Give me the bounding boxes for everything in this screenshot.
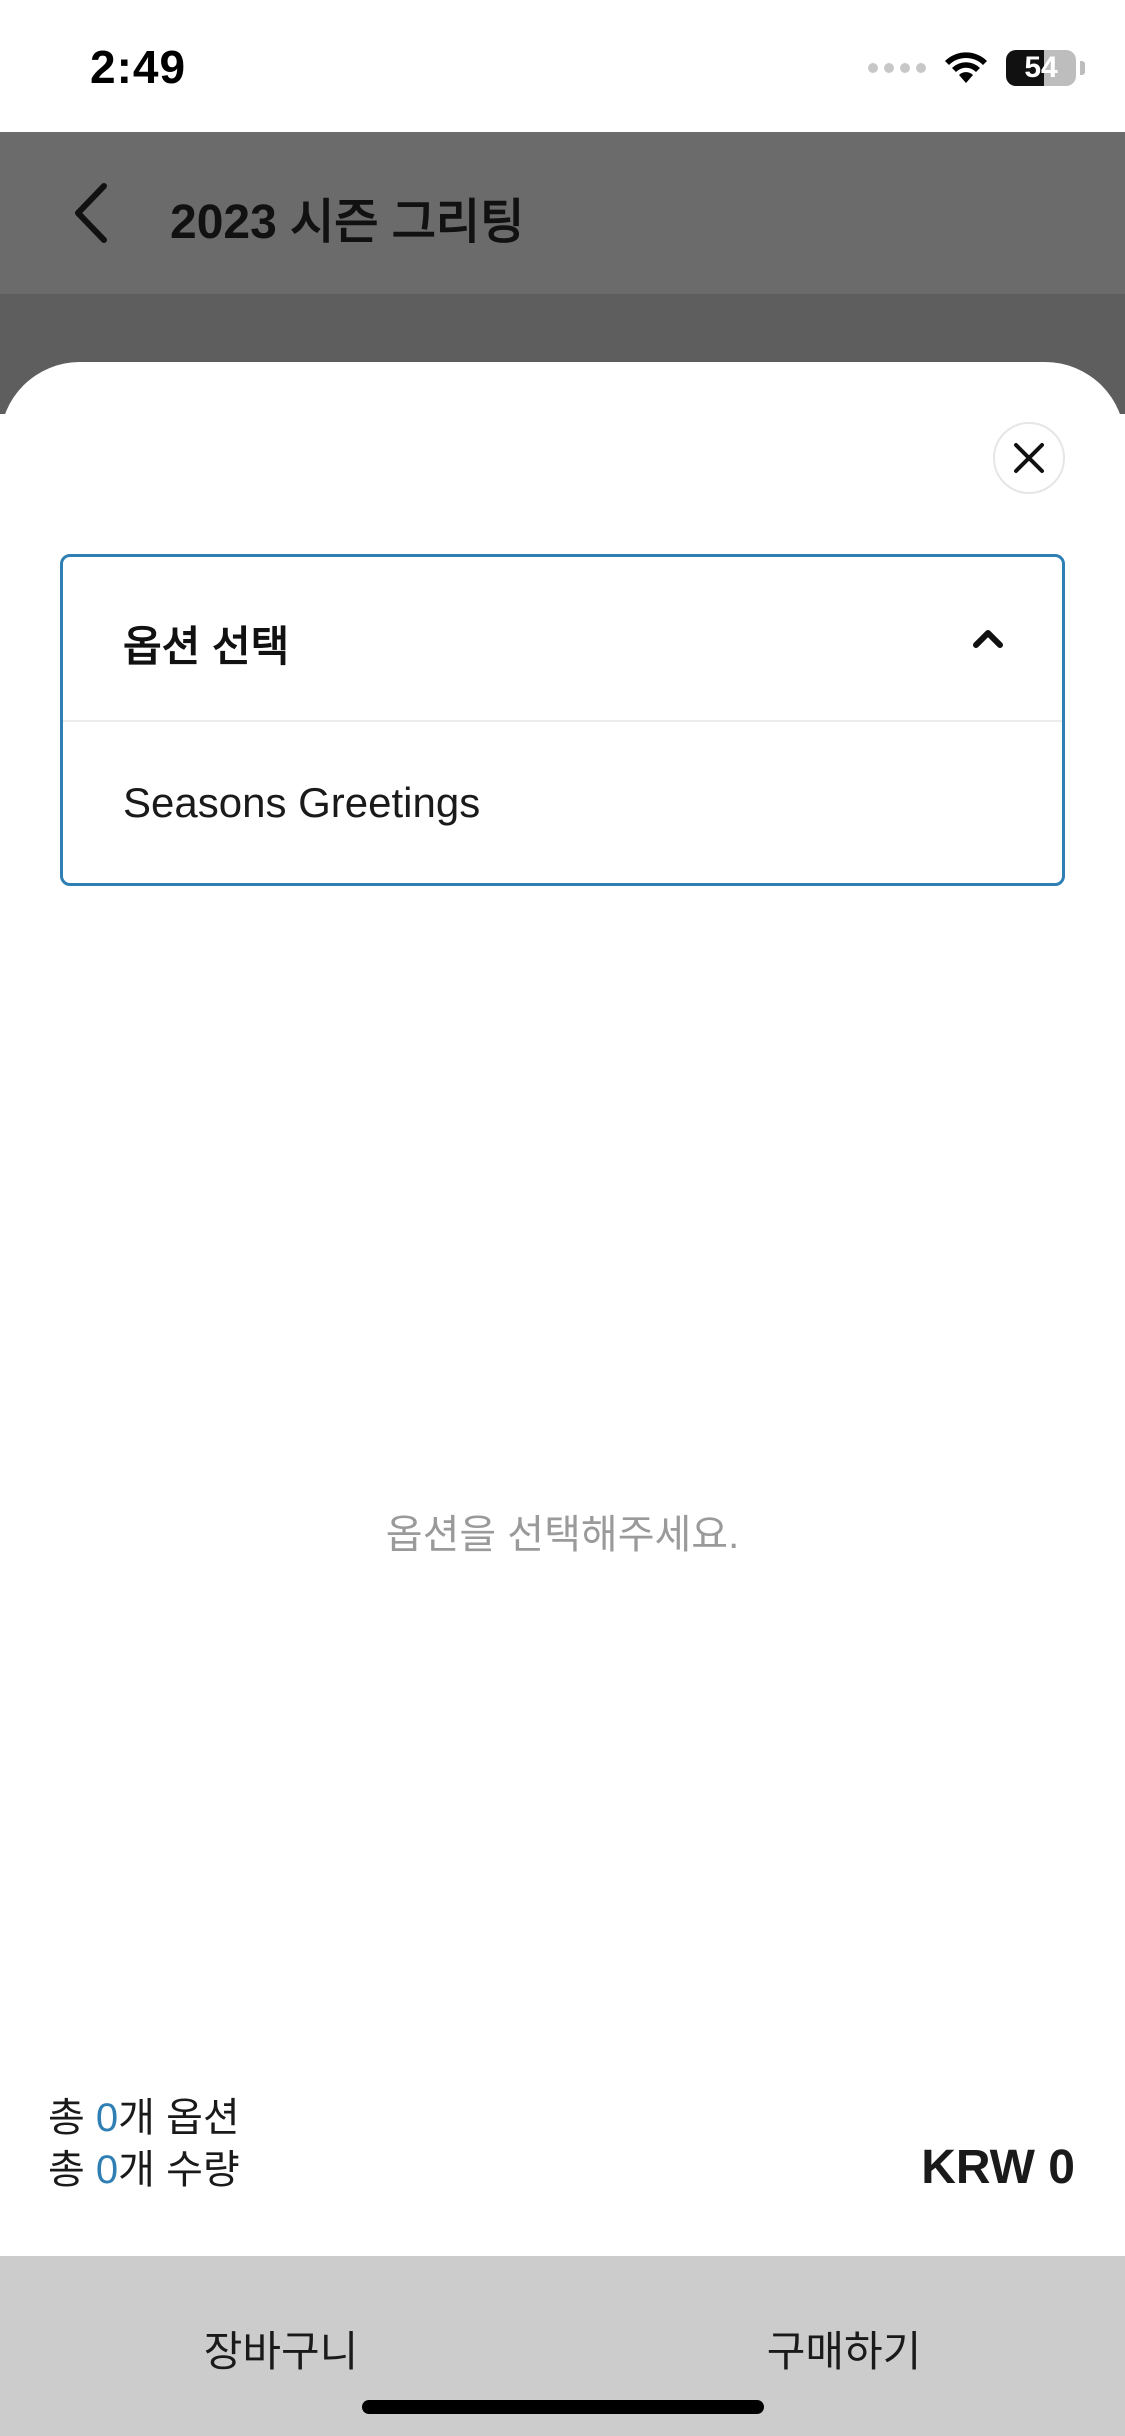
quantity-count: 0 [95, 2148, 119, 2192]
page-title: 2023 시즌 그리팅 [170, 196, 525, 249]
status-time: 2:49 [90, 41, 187, 93]
cellular-signal-icon [868, 63, 926, 73]
battery-cap [1080, 61, 1085, 75]
total-price: KRW 0 [921, 2141, 1075, 2194]
order-summary: 총 0개 옵션 총 0개 수량 [48, 2092, 240, 2196]
option-count-line: 총 0개 옵션 [48, 2092, 240, 2144]
page-header: 2023 시즌 그리팅 [0, 132, 1125, 294]
option-count: 0 [95, 2096, 119, 2140]
option-select-dropdown: 옵션 선택 Seasons Greetings [60, 554, 1065, 886]
option-item-seasons-greetings[interactable]: Seasons Greetings [123, 779, 480, 827]
chevron-left-icon[interactable] [60, 180, 126, 246]
chevron-up-icon [973, 630, 1003, 648]
home-indicator [362, 2400, 764, 2414]
summary-prefix: 총 [48, 2096, 96, 2140]
empty-selection-message: 옵션을 선택해주세요. [385, 1513, 740, 1557]
option-select-header[interactable]: 옵션 선택 [63, 557, 1062, 722]
option-count-suffix: 개 옵션 [118, 2096, 240, 2140]
wifi-icon [945, 52, 987, 83]
quantity-count-suffix: 개 수량 [118, 2148, 240, 2192]
product-option-screen: 2:49 54 2023 시즌 그리팅 옵션 선택 Seasons Greeti… [0, 0, 1125, 2436]
battery-level: 54 [1024, 51, 1058, 84]
status-bar: 2:49 54 [0, 0, 1125, 132]
option-bottom-sheet: 옵션 선택 Seasons Greetings 옵션을 선택해주세요. 총 0개… [0, 362, 1125, 2436]
option-select-label: 옵션 선택 [123, 623, 290, 670]
close-button[interactable] [993, 422, 1065, 494]
close-icon [1014, 443, 1044, 473]
status-icons: 54 [868, 48, 1085, 88]
battery-icon: 54 [1006, 50, 1076, 86]
summary-prefix: 총 [48, 2148, 96, 2192]
quantity-count-line: 총 0개 수량 [48, 2144, 240, 2196]
